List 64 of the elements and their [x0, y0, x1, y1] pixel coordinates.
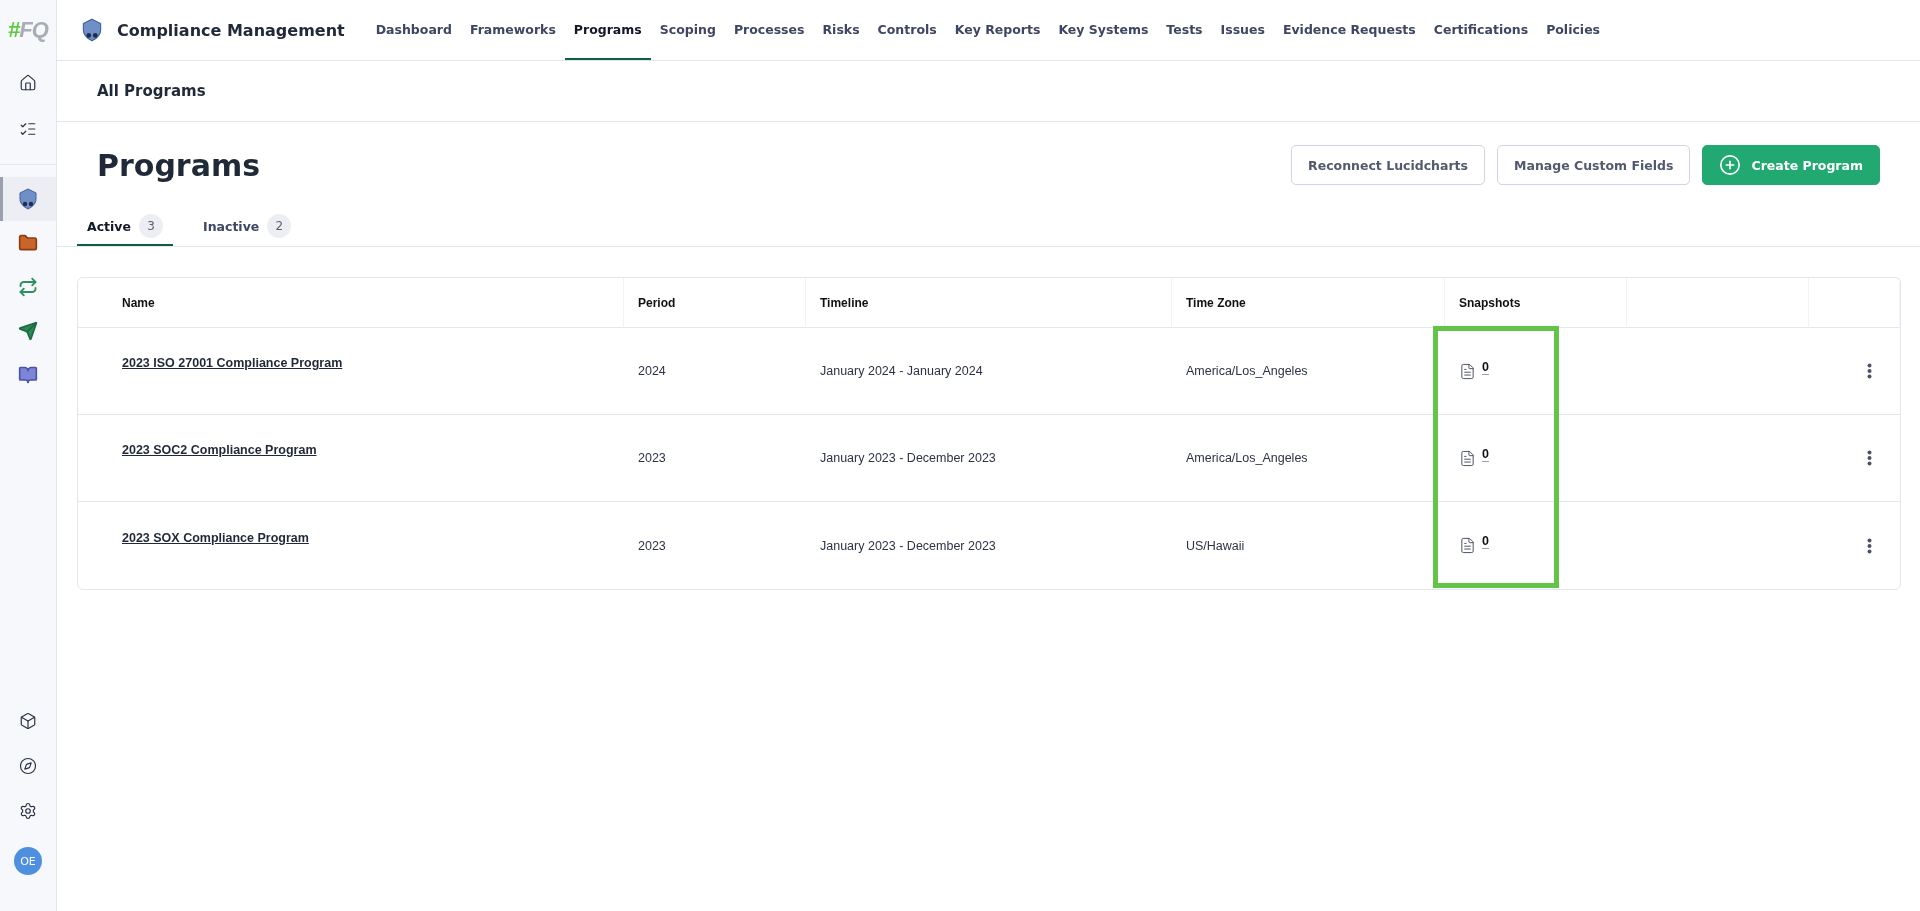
action-button[interactable]: Reconnect Lucidcharts [1291, 145, 1486, 185]
nav-tab[interactable]: Dashboard [366, 0, 461, 60]
count-badge: 3 [139, 214, 163, 238]
more-icon [1867, 450, 1872, 466]
column-header: Snapshots [1445, 278, 1627, 328]
app-title: Compliance Management [117, 20, 345, 40]
document-icon [1459, 362, 1476, 380]
program-link[interactable]: 2023 ISO 27001 Compliance Program [122, 356, 343, 370]
table-cell: 2023 [624, 415, 806, 502]
column-header: Period [624, 278, 806, 328]
nav-tab[interactable]: Tests [1157, 0, 1212, 60]
checklist-icon [19, 120, 37, 138]
column-header: Timeline [806, 278, 1172, 328]
table-cell: America/Los_Angeles [1172, 415, 1445, 502]
table-cell-text: January 2023 - December 2023 [819, 537, 997, 555]
snapshot-count-link[interactable]: 0 [1482, 446, 1489, 462]
table-cell: 2024 [624, 328, 806, 415]
nav-tab[interactable]: Controls [868, 0, 946, 60]
tab[interactable]: Active 3 [77, 214, 173, 246]
table-cell-text: 2023 [637, 537, 667, 555]
sidebar-item[interactable] [0, 177, 56, 221]
column-header: Time Zone [1172, 278, 1445, 328]
document-icon [1459, 537, 1476, 554]
nav-tab[interactable]: Programs [564, 0, 651, 60]
table-cell: January 2024 - January 2024 [806, 328, 1172, 415]
table-cell-text: US/Hawaii [1185, 537, 1246, 555]
more-button[interactable] [1867, 450, 1872, 466]
compass-icon [19, 756, 37, 775]
nav-tab[interactable]: Risks [813, 0, 869, 60]
folder-icon [18, 233, 38, 253]
program-link[interactable]: 2023 SOX Compliance Program [122, 530, 309, 545]
snapshot-count-link[interactable]: 0 [1482, 359, 1489, 375]
nav-tab[interactable]: Processes [724, 0, 814, 60]
document-icon [1459, 449, 1476, 467]
shield-badge-icon [16, 187, 40, 211]
nav-tab[interactable]: Key Systems [1049, 0, 1158, 60]
book-icon [18, 365, 38, 385]
table-cell: January 2023 - December 2023 [806, 415, 1172, 502]
more-button[interactable] [1867, 363, 1872, 379]
action-button[interactable]: Manage Custom Fields [1497, 145, 1691, 185]
nav-tab[interactable]: Frameworks [460, 0, 565, 60]
box-icon [19, 711, 37, 730]
nav-tab[interactable]: Issues [1211, 0, 1274, 60]
column-header: Name [78, 278, 624, 328]
arrows-icon [18, 277, 38, 297]
snapshot-count-link[interactable]: 0 [1482, 534, 1489, 549]
tab[interactable]: Inactive 2 [193, 214, 302, 246]
breadcrumb: All Programs [97, 82, 206, 100]
more-icon [1867, 363, 1872, 379]
nav-tab[interactable]: Key Reports [945, 0, 1050, 60]
settings-icon [19, 801, 37, 820]
page-title: Programs [97, 147, 261, 183]
more-icon [1867, 537, 1872, 554]
plus-icon [1719, 154, 1742, 176]
more-button[interactable] [1867, 537, 1872, 554]
nav-tab[interactable]: Certifications [1424, 0, 1538, 60]
home-icon [19, 74, 37, 92]
paper-plane-icon [18, 321, 38, 341]
program-link[interactable]: 2023 SOC2 Compliance Program [122, 443, 317, 457]
count-badge: 2 [267, 214, 292, 238]
table-cell: America/Los_Angeles [1172, 328, 1445, 415]
nav-tab[interactable]: Policies [1537, 0, 1610, 60]
nav-tab[interactable]: Evidence Requests [1273, 0, 1425, 60]
nav-tab[interactable]: Scoping [650, 0, 725, 60]
